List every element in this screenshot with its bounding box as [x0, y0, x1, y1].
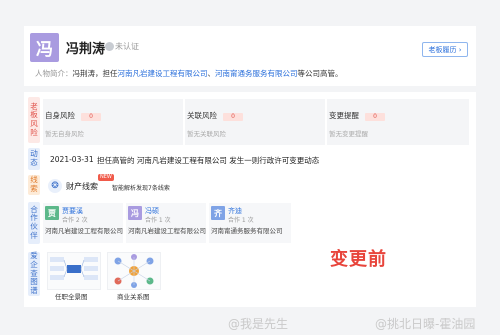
- verify-status: 未认证: [115, 42, 139, 51]
- section-tab-char: 伴: [30, 230, 38, 240]
- job-graph-icon: [50, 257, 98, 280]
- partner-count: 合作 2 次: [62, 217, 88, 224]
- section-tab-graph: 爱企查图谱: [28, 252, 40, 296]
- risk-title: 关联风险: [187, 111, 217, 120]
- section-tab-news: 动态: [28, 148, 40, 170]
- partner-count: 合作 1 次: [228, 217, 254, 224]
- risk-count-badge: 0: [365, 113, 385, 121]
- job-panorama-graph-label[interactable]: 任职全景图: [55, 291, 88, 301]
- risk-empty-text: 暂无自身风险: [45, 130, 84, 138]
- risk-count-badge: 0: [223, 113, 243, 121]
- partner-avatar: 贾: [45, 206, 59, 220]
- partner-company: 河南凡岩建设工程有限公司: [45, 227, 123, 235]
- boss-history-button[interactable]: 老板履历 ›: [422, 42, 468, 57]
- section-tab-partner: 合作伙伴: [28, 202, 40, 244]
- risk-title: 自身风险: [45, 111, 75, 120]
- intro-company-link-1[interactable]: 河南凡岩建设工程有限公司: [118, 69, 208, 78]
- intro-sep: 、: [207, 69, 216, 78]
- partner-company: 河南甯通务服务有限公司: [211, 227, 283, 235]
- intro-company-link-2[interactable]: 河南甯通务服务有限公司: [215, 69, 298, 78]
- risk-count-badge: 0: [81, 113, 101, 121]
- watermark-right: @挑北日曝-霍油园: [375, 317, 476, 331]
- clue-subtitle[interactable]: 智能解析发现7条线索: [112, 183, 170, 192]
- partner-avatar: 齐: [211, 206, 225, 220]
- section-tab-char: 险: [30, 127, 38, 137]
- partner-card[interactable]: 齐 齐迪 合作 1 次 河南甯通务服务有限公司: [209, 203, 291, 243]
- section-tab-char: 态: [30, 158, 38, 167]
- section-tab-clue: 线索: [28, 175, 40, 195]
- job-panorama-graph-thumbnail[interactable]: [47, 252, 101, 290]
- business-relation-graph-thumbnail[interactable]: [107, 252, 161, 290]
- risk-box-change[interactable]: 变更提醒 0 暂无变更提醒: [327, 99, 469, 145]
- before-change-stamp: 变更前: [330, 249, 387, 270]
- person-name: 冯荆涛: [66, 42, 106, 57]
- news-date: 2021-03-31: [50, 155, 94, 164]
- watermark-left: @我是先生: [228, 317, 289, 331]
- risk-empty-text: 暂无变更提醒: [329, 130, 368, 138]
- risk-empty-text: 暂无关联风险: [187, 130, 226, 138]
- section-tab-boss-risk: 老板风险: [28, 97, 40, 143]
- partner-avatar: 冯: [128, 206, 142, 220]
- intro-label: 人物简介：: [35, 69, 73, 78]
- section-tab-char: 索: [30, 184, 38, 193]
- business-relation-graph-label[interactable]: 商业关系图: [117, 291, 150, 301]
- unverified-icon: [105, 42, 114, 51]
- news-text[interactable]: 担任高管的 河南凡岩建设工程有限公司 发生一则行政许可变更动态: [97, 155, 319, 166]
- section-tab-char: 谱: [30, 285, 38, 295]
- intro-prefix: 冯荆涛，担任: [72, 69, 118, 78]
- clue-title[interactable]: 财产线索: [66, 181, 98, 192]
- risk-box-related[interactable]: 关联风险 0 暂无关联风险: [185, 99, 325, 145]
- avatar: 冯: [30, 33, 59, 62]
- person-intro: 人物简介：冯荆涛，担任河南凡岩建设工程有限公司、河南甯通务服务有限公司等公司高管…: [35, 68, 343, 79]
- risk-title: 变更提醒: [329, 111, 359, 120]
- intro-suffix: 等公司高管。: [297, 69, 343, 78]
- boss-history-label: 老板履历 ›: [428, 45, 462, 54]
- risk-box-self[interactable]: 自身风险 0 暂无自身风险: [43, 99, 183, 145]
- partner-count: 合作 1 次: [145, 217, 171, 224]
- relation-graph-icon: [114, 254, 154, 288]
- partner-card[interactable]: 贾 贾要溪 合作 2 次 河南凡岩建设工程有限公司: [43, 203, 123, 243]
- coins-icon: ❂: [48, 179, 62, 193]
- partner-card[interactable]: 冯 冯硕 合作 1 次 河南凡岩建设工程有限公司: [126, 203, 206, 243]
- new-badge: NEW: [98, 174, 114, 181]
- partner-company: 河南凡岩建设工程有限公司: [128, 227, 206, 235]
